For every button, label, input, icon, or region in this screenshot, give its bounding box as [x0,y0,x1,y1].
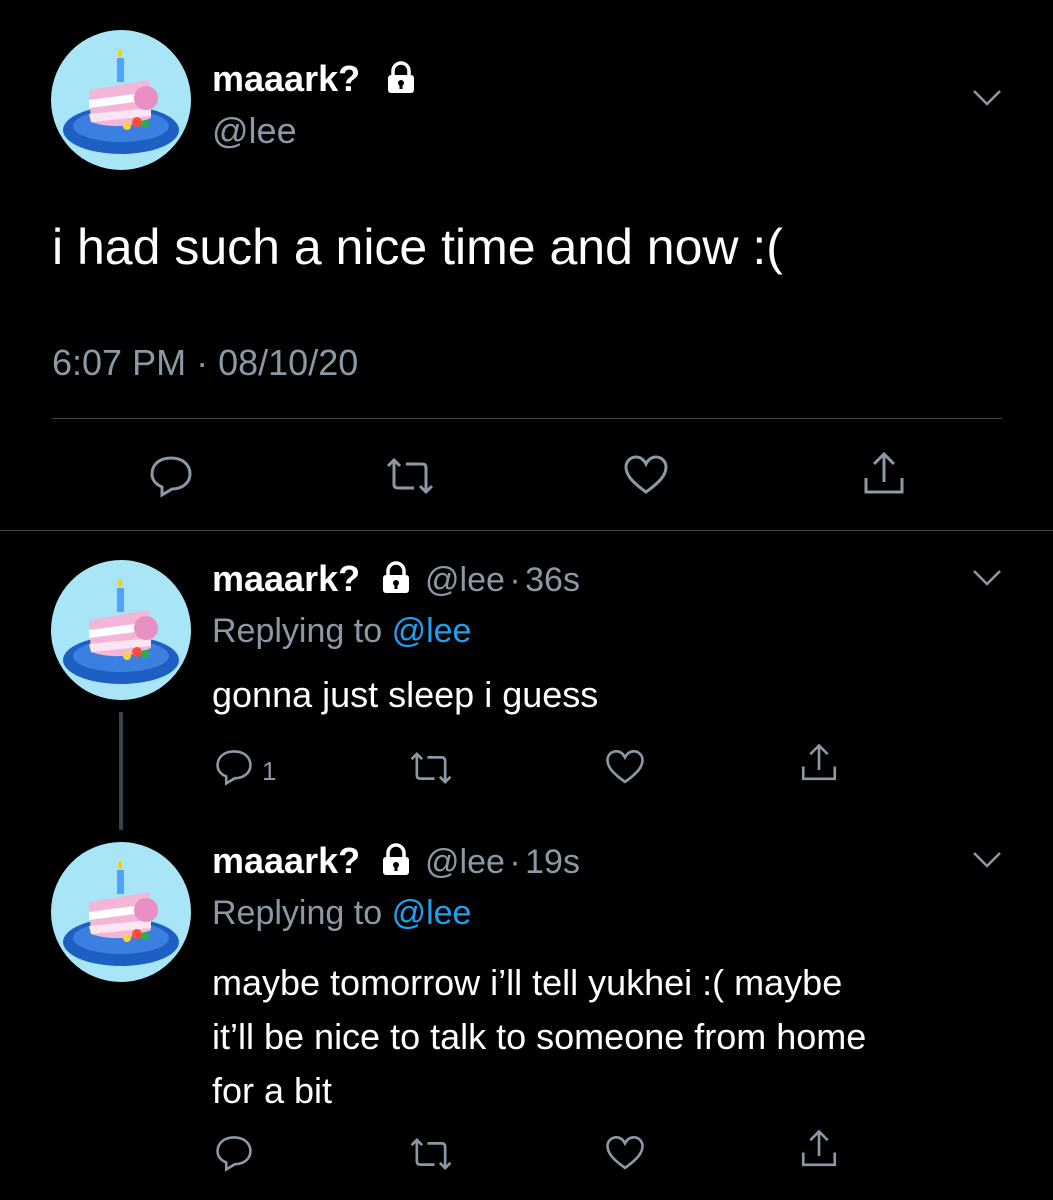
replying-to: Replying to @lee [212,612,471,651]
divider [0,530,1053,531]
tweet-age[interactable]: 19s [525,843,580,881]
share-icon[interactable] [860,450,908,498]
avatar[interactable] [51,560,191,700]
like-icon[interactable] [604,748,646,786]
reply-icon[interactable] [148,454,194,498]
lock-icon [384,61,418,104]
separator-dot: · [196,342,209,383]
thread-line [119,712,123,830]
handle[interactable]: @lee [212,110,297,152]
reply-header: maaark? @lee · 19s [212,840,580,882]
display-name[interactable]: maaark? [212,58,426,104]
retweet-icon[interactable] [408,750,454,786]
timestamp: 6:07 PM · 08/10/20 [52,342,358,384]
retweet-icon[interactable] [408,1136,454,1172]
chevron-down-icon[interactable] [972,850,1002,870]
display-name-text[interactable]: maaark? [212,58,360,99]
replying-to-label: Replying to [212,894,383,932]
tweet-age[interactable]: 36s [525,561,580,599]
share-icon[interactable] [798,1128,840,1170]
time: 6:07 PM [52,342,187,383]
reply-text: maybe tomorrow i’ll tell yukhei :( maybe… [212,956,866,1118]
replying-to-handle[interactable]: @lee [392,612,472,650]
retweet-icon[interactable] [384,456,436,496]
replying-to: Replying to @lee [212,894,471,933]
separator-dot: · [509,561,521,599]
reply-text: gonna just sleep i guess [212,674,599,715]
avatar[interactable] [51,842,191,982]
display-name[interactable]: maaark? [212,840,360,881]
tweet-text: i had such a nice time and now :( [52,219,783,275]
avatar[interactable] [51,30,191,170]
divider [52,418,1002,419]
date: 08/10/20 [218,342,359,383]
reply-header: maaark? @lee · 36s [212,558,580,600]
reply-icon[interactable] [214,748,254,786]
replying-to-label: Replying to [212,612,383,650]
separator-dot: · [509,843,521,881]
handle[interactable]: @lee [425,561,505,599]
chevron-down-icon[interactable] [972,88,1002,108]
like-icon[interactable] [604,1134,646,1172]
reply-text-line: maybe tomorrow i’ll tell yukhei :( maybe [212,962,843,1003]
replying-to-handle[interactable]: @lee [392,894,472,932]
chevron-down-icon[interactable] [972,568,1002,588]
reply-text-line: it’ll be nice to talk to someone from ho… [212,1016,867,1057]
lock-icon [379,843,413,882]
reply-count: 1 [262,756,277,786]
reply-icon[interactable] [214,1134,254,1172]
like-icon[interactable] [622,454,670,496]
reply-text-line: for a bit [212,1070,333,1111]
share-icon[interactable] [798,742,840,784]
lock-icon [379,561,413,600]
display-name[interactable]: maaark? [212,558,360,599]
handle[interactable]: @lee [425,843,505,881]
